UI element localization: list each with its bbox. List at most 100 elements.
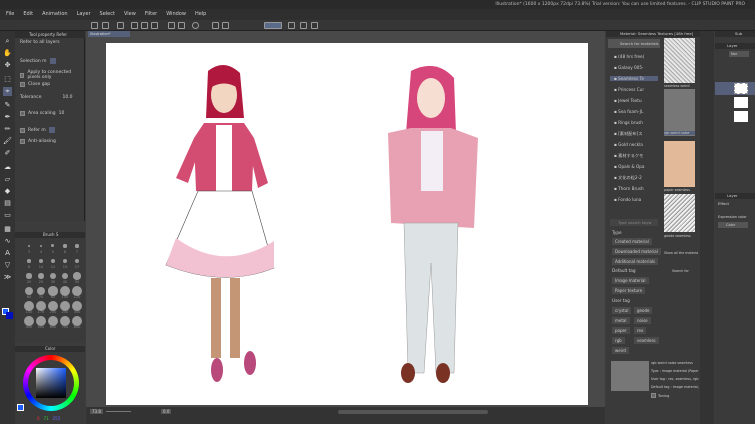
material-thumb-1[interactable] [664,38,695,83]
frame-icon[interactable]: ▦ [3,225,12,234]
hand-icon[interactable]: ✋ [3,49,12,58]
user-tag-rex[interactable]: rex [634,327,647,334]
refer-mode-button[interactable] [48,127,55,133]
horizontal-scrollbar[interactable] [338,410,488,414]
tag-paper-texture[interactable]: Paper texture [612,287,646,294]
sync-icon[interactable] [311,22,318,29]
material-folder[interactable]: ▪ Princess Cur [614,87,661,92]
tag-created-material[interactable]: Created material [612,238,652,245]
menu-view[interactable]: View [124,9,136,20]
transform-icon[interactable] [222,22,229,29]
user-tag-noise[interactable]: noise [634,317,651,324]
search-materials-button[interactable]: Search for materials [608,39,660,48]
selection-mode-button[interactable] [49,58,56,64]
red-value[interactable]: 0 [37,416,40,421]
canvas[interactable] [106,43,588,405]
tag-downloaded-material[interactable]: Downloaded material [612,248,661,255]
layer-row-2[interactable] [715,96,755,109]
user-tag-paper[interactable]: paper [612,327,630,334]
brush-size-preset[interactable] [36,286,46,296]
zoom-value[interactable]: 73.8 [90,409,103,414]
material-thumb-2[interactable] [664,89,695,136]
brush-size-tab[interactable]: Brush S [15,232,85,238]
material-folder[interactable]: ▪ [素材配布]ス [614,131,661,137]
layer-row-1[interactable] [715,82,755,95]
apply-connected-checkbox[interactable] [20,72,25,78]
brush-size-preset[interactable] [25,287,33,295]
open-icon[interactable] [141,22,148,29]
layer-row-3[interactable] [715,110,755,123]
color-main-swatch[interactable] [17,404,24,411]
airbrush-icon[interactable]: ✐ [3,149,12,158]
auto-select-icon[interactable]: ⌖ [3,87,12,96]
green-value[interactable]: 71 [44,416,49,421]
menu-file[interactable]: File [6,9,14,20]
menu-animation[interactable]: Animation [42,9,68,20]
settings-icon[interactable] [117,22,124,29]
eraser-icon[interactable]: ▱ [3,175,12,184]
fill-icon[interactable] [212,22,219,29]
text-icon[interactable]: A [3,249,12,258]
redo-icon[interactable] [178,22,185,29]
brush-size-preset[interactable] [39,244,43,248]
fill-icon[interactable]: ◆ [3,187,12,196]
blue-value[interactable]: 255 [53,416,61,421]
document-tab[interactable]: Illustration* [88,31,130,37]
material-folder[interactable]: ▪ Seamless Te [610,76,658,81]
toning-checkbox[interactable] [651,393,656,398]
balloon-icon[interactable]: ▽ [3,261,12,270]
material-folder[interactable]: ▪ Fondo luna [614,197,661,202]
material-folder[interactable]: ▪ Sea foam-JL [614,109,661,114]
show-all-materials-link[interactable]: Show all the material [664,251,698,255]
pencil-icon[interactable]: ✏ [3,125,12,134]
user-tag-seamless[interactable]: seamless [634,337,659,344]
correct-line-icon[interactable]: ≫ [3,273,12,282]
tag-additional-materials[interactable]: Additional materials [612,258,659,265]
brush-size-preset[interactable] [61,272,69,280]
menu-select[interactable]: Select [100,9,115,20]
snap-ruler-icon[interactable] [264,22,282,29]
undo-icon[interactable] [168,22,175,29]
menu-help[interactable]: Help [195,9,206,20]
tool-property-tab[interactable]: Tool property Refer [15,31,85,38]
keyword-search-input[interactable]: Type search keyw [610,219,658,226]
rotation-value[interactable]: 0.0 [161,409,172,414]
material-folder[interactable]: ▪ Rings brush [614,120,661,125]
material-thumb-4[interactable] [664,194,695,232]
menu-window[interactable]: Window [166,9,186,20]
brush-size-preset[interactable] [62,258,68,264]
material-folder[interactable]: ▪ Thorn Brush [614,186,661,191]
device-icon[interactable] [300,22,307,29]
refer-checkbox[interactable] [20,127,25,133]
user-tag-rgb[interactable]: rgb [612,337,625,344]
material-folder[interactable]: ▪ 文化の粒2-2 [614,175,661,181]
brush-size-preset[interactable] [39,259,43,263]
figure-icon[interactable]: ▭ [3,211,12,220]
menu-filter[interactable]: Filter [145,9,157,20]
saturation-value-square[interactable] [36,368,66,398]
color-tab[interactable]: Color [15,346,85,352]
brush-icon[interactable]: 🖌 [3,137,12,146]
zoom-icon[interactable]: ⌕ [3,37,12,46]
brush-size-preset[interactable] [73,272,81,280]
snap-grid-icon[interactable] [288,22,295,29]
user-tag-weird[interactable]: weird [612,347,629,354]
save-icon[interactable] [151,22,158,29]
brush-size-preset[interactable] [74,258,80,264]
brush-size-preset[interactable] [51,244,55,248]
brush-size-preset[interactable] [75,244,79,248]
zoom-slider[interactable] [106,411,131,412]
area-scaling-checkbox[interactable] [20,111,25,116]
expression-color-select[interactable]: Color [718,222,748,228]
search-for-link[interactable]: Search for [672,269,698,273]
layer-property-tab[interactable]: Layer [715,193,755,199]
menu-layer[interactable]: Layer [77,9,91,20]
brush-size-preset[interactable] [38,273,44,279]
anti-aliasing-checkbox[interactable] [20,139,25,144]
brush-size-preset[interactable] [27,244,31,248]
menu-icon[interactable] [91,22,98,29]
ruler-icon[interactable]: ∿ [3,237,12,246]
pen-icon[interactable]: ✒ [3,113,12,122]
gradient-icon[interactable]: ▤ [3,199,12,208]
material-folder[interactable]: ▪ (48 hrs free) [614,54,661,59]
